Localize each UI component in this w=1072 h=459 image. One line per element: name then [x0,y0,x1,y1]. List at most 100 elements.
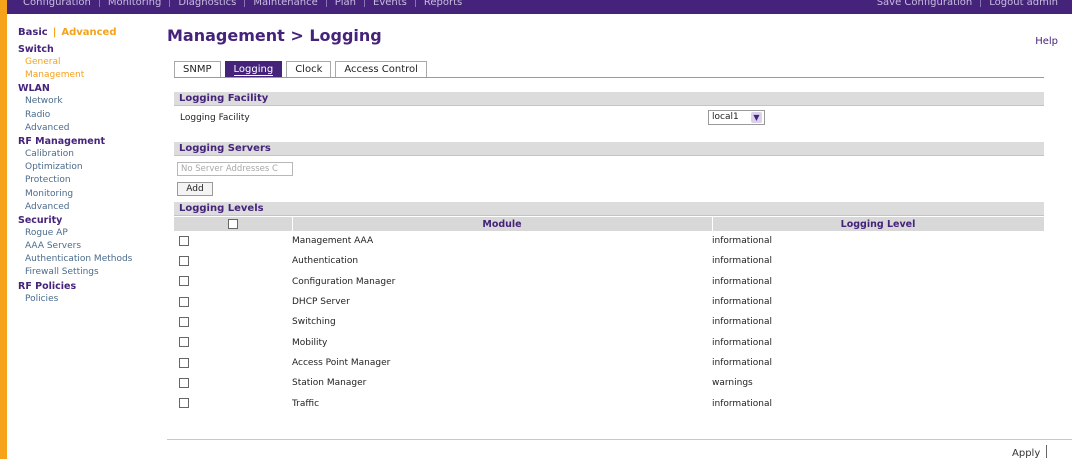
top-nav-item-reports[interactable]: Reports [416,0,470,8]
table-row: Authentication informational [174,251,1044,271]
row-select-cell [174,272,292,292]
top-nav-item-configuration[interactable]: Configuration [15,0,100,8]
row-select-cell [174,312,292,332]
sidebar-item-management[interactable]: Management [18,69,158,82]
logging-level-cell[interactable]: warnings [712,373,1044,393]
tab-logging[interactable]: Logging [224,61,283,78]
module-cell: Traffic [292,398,320,409]
sidebar-item-policies[interactable]: Policies [18,293,158,306]
sidebar-item-network[interactable]: Network [18,95,158,108]
sidebar-item-protection[interactable]: Protection [18,174,158,187]
top-nav-item-diagnostics[interactable]: Diagnostics [170,0,246,8]
sidebar: Basic | Advanced Switch General Management WL… [7,14,157,459]
row-select-cell [174,393,292,413]
logging-facility-value: local1 [712,112,739,122]
add-server-button[interactable]: Add [177,182,213,196]
row-checkbox[interactable] [179,317,189,328]
app-root: Configuration Monitoring Diagnostics Mainte… [0,0,1072,459]
help-link[interactable]: Help [1035,36,1058,47]
module-cell: Mobility [292,337,328,348]
sidebar-section-rf-policies: RF Policies [18,280,77,292]
top-nav-right: Save Configuration Logout admin [869,0,1066,14]
tab-snmp[interactable]: SNMP [174,61,221,78]
module-cell: Configuration Manager [292,276,396,287]
module-cell: DHCP Server [292,297,350,308]
footer-divider [167,439,1072,440]
top-nav-item-save-configuration[interactable]: Save Configuration [869,0,982,8]
tab-label: Logging [233,64,274,76]
logging-levels-table: Module Logging Level Management AAA infor… [174,217,1045,414]
top-nav-item-maintenance[interactable]: Maintenance [245,0,327,8]
tab-bar: SNMP Logging Clock Access Control [174,61,431,78]
sidebar-item-firewall-settings[interactable]: Firewall Settings [18,266,158,279]
logging-level-cell[interactable]: informational [712,231,1044,251]
logging-level-cell[interactable]: informational [712,393,1044,413]
chevron-down-icon[interactable]: ▼ [751,112,762,123]
top-nav-item-logout-admin[interactable]: Logout admin [981,0,1066,8]
logging-level-cell[interactable]: informational [712,332,1044,352]
sidebar-section-rf-management: RF Management [18,135,106,147]
row-select-cell [174,231,292,251]
logging-level-cell[interactable]: informational [712,353,1044,373]
page-title: Management > Logging [167,26,382,45]
top-nav-item-plan[interactable]: Plan [327,0,366,8]
logging-levels-body: Management AAA informational Authenticatio… [174,231,1044,414]
sidebar-item-advanced[interactable]: Advanced [18,122,158,135]
table-row: Station Manager warnings [174,373,1044,393]
logging-facility-select[interactable]: local1 ▼ [708,110,765,125]
apply-button[interactable]: Apply [1012,448,1040,459]
logging-level-cell[interactable]: informational [712,292,1044,312]
row-checkbox[interactable] [179,398,189,409]
row-checkbox[interactable] [179,235,189,246]
sidebar-item-optimization[interactable]: Optimization [18,161,158,174]
sidebar-item-authentication-methods[interactable]: Authentication Methods [18,253,158,266]
logging-level-cell[interactable]: informational [712,312,1044,332]
sidebar-item-monitoring[interactable]: Monitoring [18,188,158,201]
module-cell: Access Point Manager [292,357,391,368]
basic-mode-link[interactable]: Basic [18,27,48,38]
table-row: Configuration Manager informational [174,272,1044,292]
row-checkbox[interactable] [179,256,189,267]
logging-facility-label: Logging Facility [180,113,250,123]
sidebar-item-advanced[interactable]: Advanced [18,201,158,214]
sidebar-item-calibration[interactable]: Calibration [18,148,158,161]
row-select-cell [174,251,292,271]
select-all-header [174,217,293,231]
row-checkbox[interactable] [179,296,189,307]
tab-clock[interactable]: Clock [286,61,332,78]
sidebar-item-radio[interactable]: Radio [18,109,158,122]
logging-level-cell[interactable]: informational [712,251,1044,271]
table-row: Mobility informational [174,332,1044,352]
table-header-row: Module Logging Level [174,217,1045,231]
sidebar-item-rogue-ap[interactable]: Rogue AP [18,227,158,240]
top-nav-item-monitoring[interactable]: Monitoring [100,0,171,8]
tab-access-control[interactable]: Access Control [335,61,427,78]
module-cell: Authentication [292,256,359,267]
table-row: Access Point Manager informational [174,353,1044,373]
mode-switch: Basic | Advanced [18,27,117,38]
logging-level-column-header: Logging Level [712,217,1045,231]
sidebar-section-switch: Switch [18,44,54,55]
row-checkbox[interactable] [179,276,189,287]
sidebar-nav: Switch General Management WLAN Network Radio A… [18,43,158,306]
server-address-input[interactable]: No Server Addresses C [177,162,293,176]
advanced-mode-link[interactable]: Advanced [61,27,116,38]
row-checkbox[interactable] [179,377,189,388]
row-checkbox[interactable] [179,337,189,348]
sidebar-section-wlan: WLAN [18,83,50,95]
table-row: DHCP Server informational [174,292,1044,312]
sidebar-item-aaa-servers[interactable]: AAA Servers [18,240,158,253]
module-cell: Station Manager [292,378,367,389]
row-select-cell [174,373,292,393]
top-nav-left: Configuration Monitoring Diagnostics Mainte… [15,0,470,14]
sidebar-item-general[interactable]: General [18,56,158,69]
top-nav-item-events[interactable]: Events [365,0,416,8]
tab-label: SNMP [183,64,212,75]
row-select-cell [174,353,292,373]
sidebar-section-security: Security [18,214,63,226]
logging-level-cell[interactable]: informational [712,272,1044,292]
select-all-checkbox[interactable] [227,219,238,229]
table-row: Traffic informational [174,393,1044,413]
row-checkbox[interactable] [179,357,189,368]
table-row: Switching informational [174,312,1044,332]
